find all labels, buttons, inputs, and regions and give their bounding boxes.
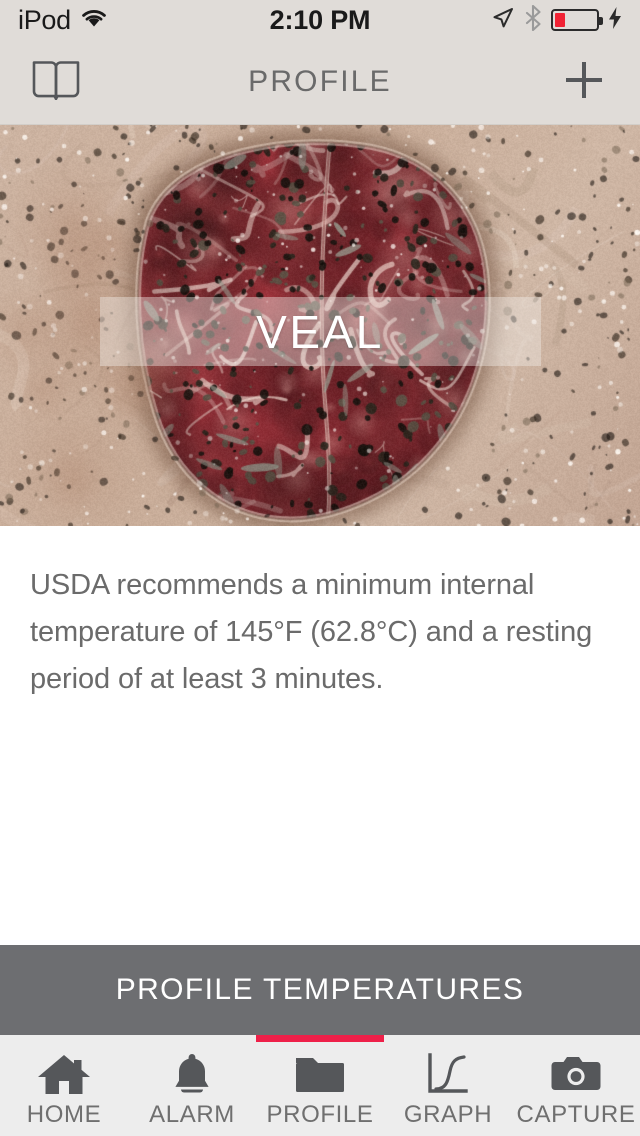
line-chart-icon: [424, 1051, 472, 1097]
tab-graph-label: GRAPH: [403, 1101, 493, 1128]
plus-icon: [560, 56, 608, 109]
tab-home[interactable]: HOME: [0, 1035, 128, 1136]
library-button[interactable]: [24, 52, 88, 112]
page-title: PROFILE: [248, 65, 392, 98]
profile-temperatures-button[interactable]: PROFILE TEMPERATURES: [0, 945, 640, 1035]
tab-profile-label: PROFILE: [266, 1101, 374, 1128]
tab-capture[interactable]: CAPTURE: [512, 1035, 640, 1136]
tab-alarm-label: ALARM: [149, 1101, 235, 1128]
lightning-bolt-icon: [608, 6, 622, 35]
tab-profile[interactable]: PROFILE: [256, 1035, 384, 1136]
usda-recommendation-text: USDA recommends a minimum internal tempe…: [30, 569, 593, 695]
tab-alarm[interactable]: ALARM: [128, 1035, 256, 1136]
navigation-bar: PROFILE: [0, 40, 640, 125]
status-bar-right: [491, 4, 622, 36]
veal-photo: [0, 125, 640, 526]
tab-capture-label: CAPTURE: [516, 1101, 636, 1128]
active-tab-indicator: [256, 1035, 384, 1042]
location-arrow-icon: [491, 6, 515, 35]
camera-icon: [549, 1051, 603, 1097]
carrier-label: iPod: [18, 4, 71, 35]
add-button[interactable]: [552, 52, 616, 112]
bluetooth-icon: [524, 4, 542, 36]
bell-icon: [169, 1051, 215, 1097]
tab-bar: HOME ALARM PROFILE GRAPH CAPTURE: [0, 1035, 640, 1136]
wifi-icon: [80, 7, 108, 34]
folder-icon: [293, 1051, 347, 1097]
tab-home-label: HOME: [26, 1101, 102, 1128]
home-icon: [36, 1051, 92, 1097]
tab-graph[interactable]: GRAPH: [384, 1035, 512, 1136]
battery-low-icon: [551, 9, 603, 31]
hero-image[interactable]: VEAL: [0, 125, 640, 526]
status-bar: iPod 2:10 PM: [0, 0, 640, 40]
app-screen: iPod 2:10 PM PROFILE VEAL USDA recommend…: [0, 0, 640, 1136]
status-bar-left: iPod: [18, 4, 108, 35]
profile-temperatures-label: PROFILE TEMPERATURES: [115, 973, 525, 1006]
open-book-icon: [30, 57, 82, 108]
content-area: USDA recommends a minimum internal tempe…: [0, 526, 640, 945]
